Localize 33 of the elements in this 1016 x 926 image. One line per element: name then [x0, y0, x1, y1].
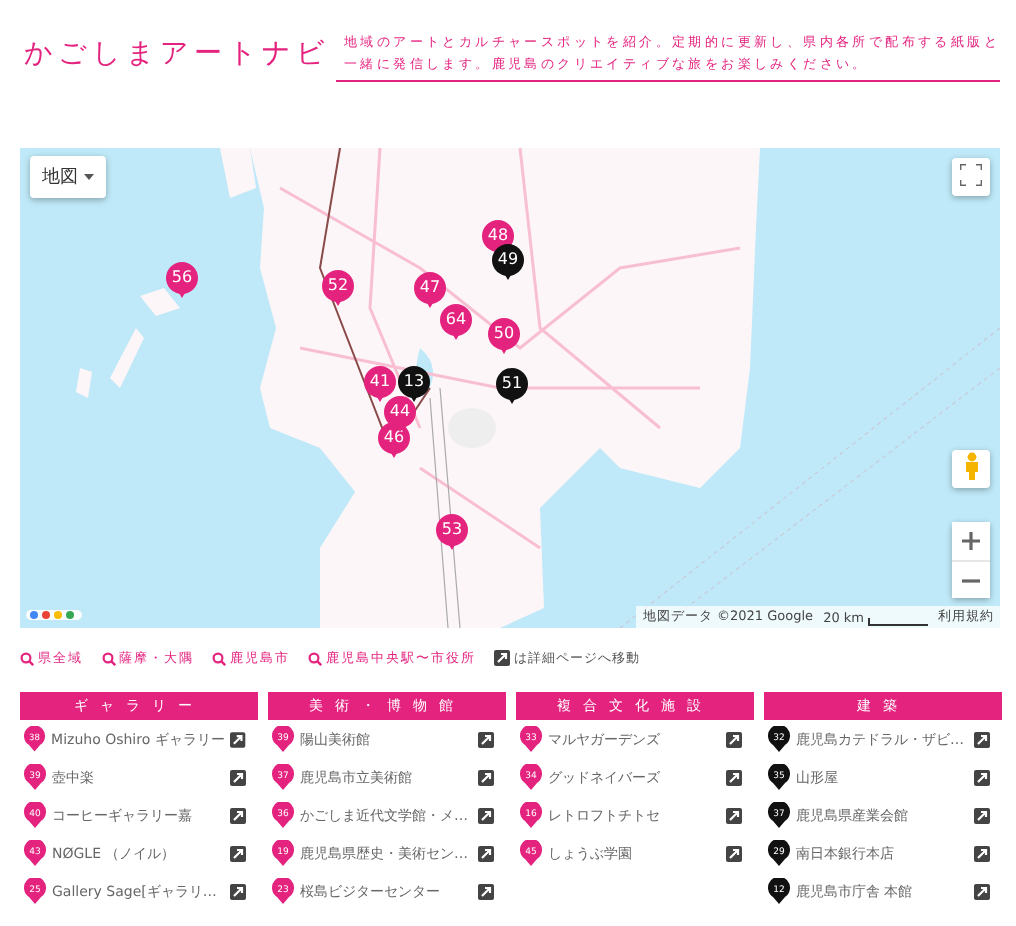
external-link-icon[interactable] — [726, 769, 742, 785]
fullscreen-icon — [960, 164, 982, 186]
external-link-icon[interactable] — [974, 731, 990, 747]
external-link-icon[interactable] — [974, 807, 990, 823]
fullscreen-button[interactable] — [952, 158, 990, 196]
external-link-icon[interactable] — [230, 807, 246, 823]
external-link-icon[interactable] — [974, 769, 990, 785]
external-link-icon[interactable] — [726, 845, 742, 861]
map-type-dropdown[interactable]: 地図 — [30, 156, 106, 198]
external-link-icon[interactable] — [478, 807, 494, 823]
search-icon — [212, 651, 226, 665]
external-link-icon[interactable] — [974, 845, 990, 861]
zoom-out-button[interactable] — [952, 560, 990, 598]
external-link-icon[interactable] — [974, 883, 990, 899]
external-link-icon[interactable] — [230, 731, 246, 747]
external-link-icon[interactable] — [726, 731, 742, 747]
external-link-icon[interactable] — [230, 883, 246, 899]
search-icon — [308, 651, 322, 665]
plus-icon — [962, 532, 980, 550]
external-link-icon[interactable] — [230, 845, 246, 861]
external-link-icon[interactable] — [478, 883, 494, 899]
external-link-icon[interactable] — [726, 807, 742, 823]
caret-icon — [84, 174, 94, 180]
scale-bar-icon — [868, 617, 928, 625]
zoom-in-button[interactable] — [952, 522, 990, 560]
person-icon — [963, 452, 979, 480]
external-link-icon[interactable] — [494, 650, 510, 666]
search-icon — [101, 651, 115, 665]
search-icon — [20, 651, 34, 665]
external-link-icon[interactable] — [478, 845, 494, 861]
external-link-icon[interactable] — [478, 769, 494, 785]
external-link-icon[interactable] — [230, 769, 246, 785]
external-link-icon[interactable] — [478, 731, 494, 747]
